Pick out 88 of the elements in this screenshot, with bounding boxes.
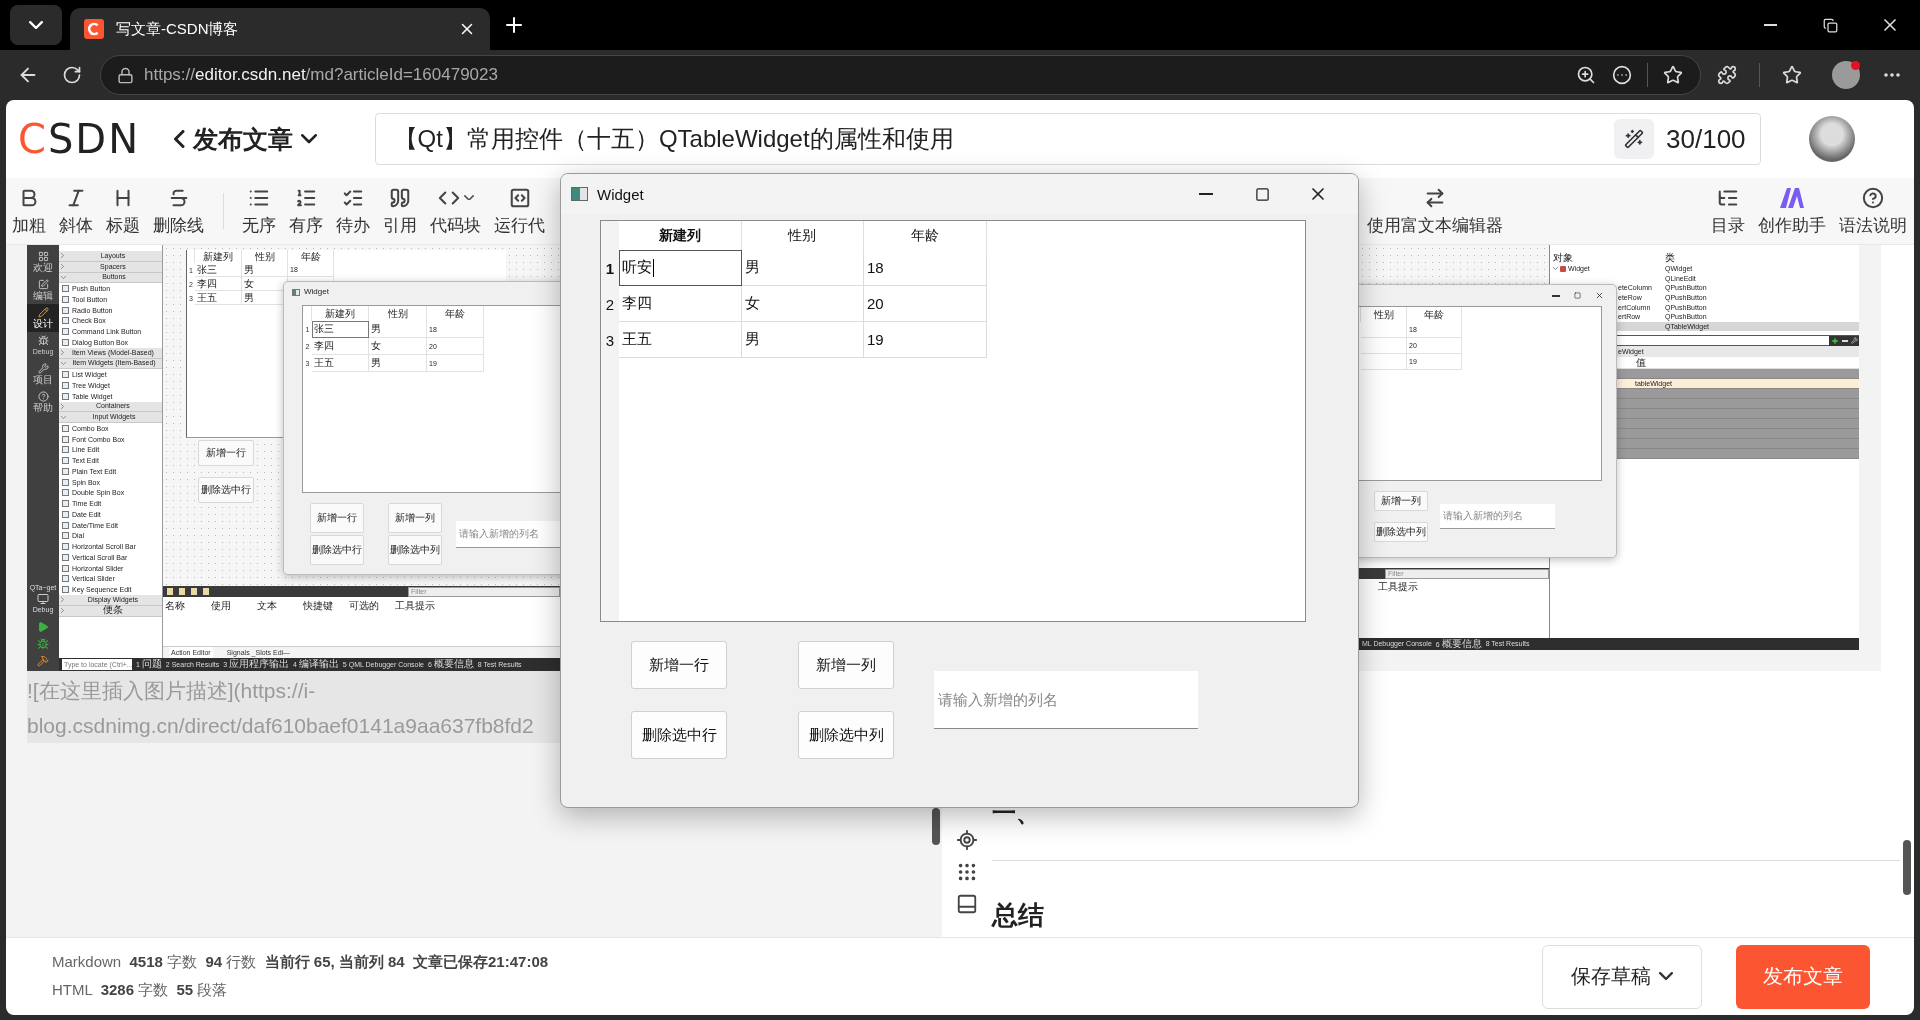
column-header: 新建列 bbox=[312, 306, 369, 321]
push-button[interactable]: 新增一行 bbox=[631, 641, 727, 689]
logo: CSDN bbox=[18, 116, 141, 162]
push-button[interactable]: 删除选中行 bbox=[198, 477, 254, 503]
toolbar-button[interactable]: 使用富文本编辑器 bbox=[1361, 185, 1509, 237]
html-stats: HTML 3286 字数 55 段落 bbox=[52, 981, 229, 1000]
table-cell: 王五 bbox=[195, 291, 242, 305]
column-header: 年龄 bbox=[427, 306, 484, 321]
table-cell[interactable]: 男 bbox=[741, 250, 864, 286]
table-cell: 李四 bbox=[195, 277, 242, 291]
column-header: 文本 bbox=[257, 601, 278, 613]
mode-button[interactable]: 项目 bbox=[27, 360, 59, 388]
column-name-field[interactable]: 请输入新增的列名 bbox=[934, 671, 1198, 729]
table-cell[interactable]: 听安 bbox=[619, 250, 742, 286]
mode-button[interactable]: 欢迎 bbox=[27, 248, 59, 276]
toolbar-button[interactable]: 目录 bbox=[1705, 185, 1751, 237]
toolbar-button[interactable]: 斜体 bbox=[53, 185, 99, 237]
table-cell: 男 bbox=[242, 263, 288, 277]
char-count: 30/100 bbox=[1666, 123, 1746, 155]
preview-heading: 一、 bbox=[992, 800, 1040, 826]
column-header: 年龄 bbox=[288, 250, 334, 263]
table-cell: 王五 bbox=[312, 355, 369, 372]
column-header: 快捷键 bbox=[303, 601, 334, 613]
push-button[interactable]: 删除选中行 bbox=[631, 711, 727, 759]
push-button[interactable]: 新增一列 bbox=[388, 503, 442, 533]
column-header: 类 bbox=[1665, 253, 1676, 263]
push-button[interactable]: 删除选中列 bbox=[1374, 522, 1428, 542]
input-field[interactable]: 请输入新增的列名 bbox=[1440, 504, 1555, 529]
table-cell: 男 bbox=[369, 355, 427, 372]
table-cell: 女 bbox=[369, 338, 427, 355]
toolbar-button[interactable]: 加粗 bbox=[6, 185, 52, 237]
toolbar-button[interactable]: 引用 bbox=[377, 185, 423, 237]
push-button[interactable]: 新增一行 bbox=[310, 503, 364, 533]
table-cell: 男 bbox=[369, 321, 427, 338]
table-cell: 张三 bbox=[195, 263, 242, 277]
window-title: Widget bbox=[304, 288, 329, 296]
browser-tab[interactable]: 写文章-CSDN博客 bbox=[70, 8, 490, 50]
markdown-stats: Markdown 4518 字数 94 行数 当前行 65, 当前列 84 文章已保存21:47:08 bbox=[52, 953, 549, 972]
push-button[interactable]: 新增一列 bbox=[1374, 491, 1428, 511]
table-cell[interactable]: 19 bbox=[864, 322, 987, 358]
address-bar[interactable]: https://editor.csdn.net/md?articleId=160479023 bbox=[100, 55, 1702, 95]
markdown-text: ![在这里插入图片描述](https://i- bbox=[27, 678, 316, 704]
table-cell[interactable]: 20 bbox=[864, 286, 987, 322]
toolbar-button[interactable]: 无序 bbox=[236, 185, 282, 237]
column-header: 性别 bbox=[242, 250, 288, 263]
push-button[interactable]: 删除选中列 bbox=[798, 711, 894, 759]
toolbar-button[interactable]: 待办 bbox=[330, 185, 376, 237]
column-header: 值 bbox=[1636, 357, 1646, 368]
mode-button[interactable]: 编辑 bbox=[27, 276, 59, 304]
table-cell[interactable]: 王五 bbox=[619, 322, 742, 358]
table-cell: 张三 bbox=[312, 321, 369, 338]
widget-category[interactable]: 便条 bbox=[59, 605, 162, 617]
table-cell[interactable]: 李四 bbox=[619, 286, 742, 322]
toolbar-button[interactable]: 创作助手 bbox=[1752, 185, 1832, 237]
push-button[interactable]: 新增一列 bbox=[798, 641, 894, 689]
column-header: 新建列 bbox=[195, 250, 242, 263]
toolbar-button[interactable]: 语法说明 bbox=[1833, 185, 1913, 237]
table-cell: 李四 bbox=[312, 338, 369, 355]
column-header: 对象 bbox=[1552, 253, 1574, 263]
toolbar-button[interactable]: 运行代 bbox=[488, 185, 551, 237]
toolbar-button[interactable]: 有序 bbox=[283, 185, 329, 237]
column-header: 工具提示 bbox=[395, 601, 436, 613]
push-button[interactable]: 删除选中列 bbox=[388, 535, 442, 565]
push-button[interactable]: 新增一行 bbox=[198, 440, 254, 466]
column-header: 性别 bbox=[1361, 307, 1407, 322]
window-title: Widget bbox=[597, 185, 644, 203]
table-cell[interactable]: 女 bbox=[741, 286, 864, 322]
publish-menu-button[interactable]: 发布文章 bbox=[174, 122, 317, 156]
column-header: 使用 bbox=[211, 601, 232, 613]
mode-button[interactable]: 帮助 bbox=[27, 388, 59, 416]
toolbar-button[interactable]: 代码块 bbox=[424, 185, 487, 237]
mode-button[interactable]: 设计 bbox=[27, 304, 59, 332]
toolbar-button[interactable]: 标题 bbox=[100, 185, 146, 237]
input-field[interactable]: 请输入新增的列名 bbox=[456, 520, 560, 548]
column-header: 工具提示 bbox=[1378, 582, 1418, 592]
title-field[interactable]: 【Qt】常用控件（十五）QTableWidget的属性和使用 bbox=[391, 124, 1615, 154]
column-header: 名称 bbox=[165, 601, 186, 613]
toolbar-button[interactable]: 删除线 bbox=[147, 185, 210, 237]
table-cell[interactable]: 18 bbox=[864, 250, 987, 286]
markdown-text: blog.csdnimg.cn/direct/daf610baef0141a9aa637fb8fd2 bbox=[27, 713, 534, 739]
save-draft-button[interactable]: 保存草稿 bbox=[1542, 944, 1702, 1009]
push-button[interactable]: 删除选中行 bbox=[310, 535, 364, 565]
column-header: 性别 bbox=[369, 306, 427, 321]
column-header: 可选的 bbox=[349, 601, 380, 613]
table-cell[interactable]: 男 bbox=[741, 322, 864, 358]
column-header: 年龄 bbox=[1407, 307, 1462, 322]
title-box[interactable]: 【Qt】常用控件（十五）QTableWidget的属性和使用 30/100 bbox=[374, 113, 1761, 165]
preview-heading: 总结 bbox=[992, 901, 1044, 929]
